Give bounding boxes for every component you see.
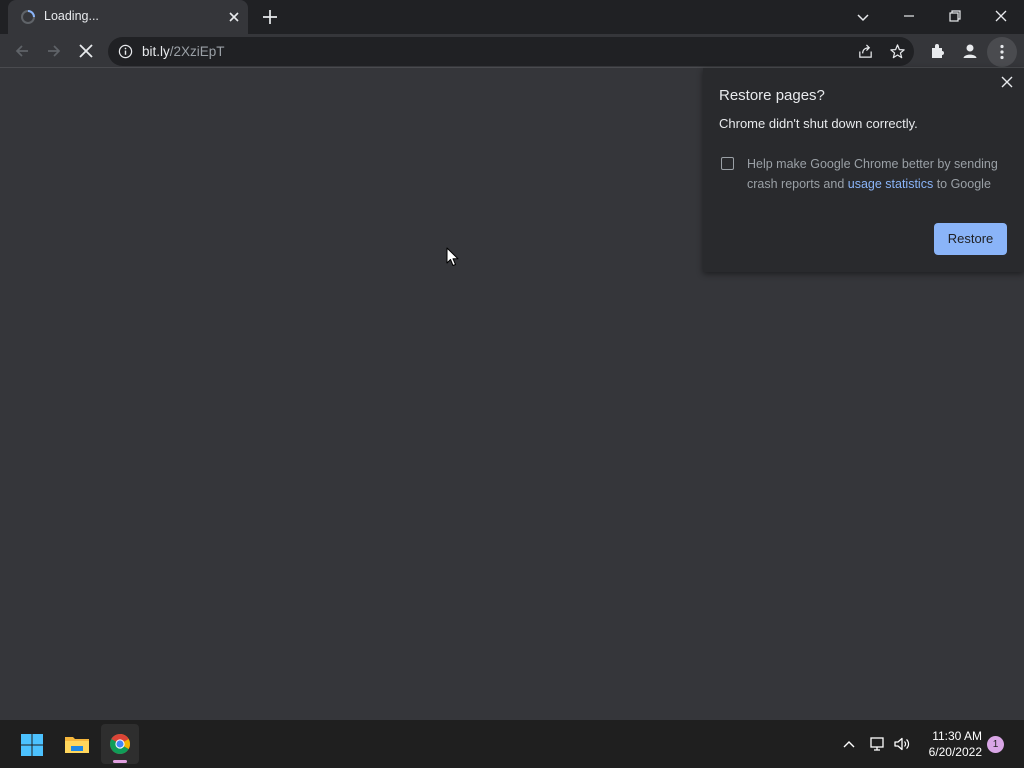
volume-icon[interactable] bbox=[893, 735, 911, 753]
share-icon[interactable] bbox=[857, 43, 874, 60]
minimize-icon[interactable] bbox=[898, 5, 920, 27]
file-explorer-icon[interactable] bbox=[64, 733, 90, 755]
bookmark-star-icon[interactable] bbox=[889, 43, 906, 60]
bubble-title: Restore pages? bbox=[719, 87, 825, 104]
browser-toolbar: bit.ly/2XziEpT bbox=[0, 34, 1024, 68]
url-path: /2XziEpT bbox=[169, 44, 225, 59]
address-bar[interactable]: bit.ly/2XziEpT bbox=[108, 37, 914, 66]
crash-reports-label: Help make Google Chrome better by sendin… bbox=[747, 154, 1009, 194]
running-app-indicator bbox=[113, 760, 127, 763]
profile-icon[interactable] bbox=[960, 41, 980, 61]
chrome-icon bbox=[110, 734, 130, 754]
tab-search-chevron-icon[interactable] bbox=[853, 7, 873, 27]
crash-reports-text-end: to Google bbox=[933, 177, 991, 191]
windows-start-icon[interactable] bbox=[20, 733, 44, 757]
restore-button[interactable]: Restore bbox=[934, 223, 1007, 255]
chevron-up-icon[interactable] bbox=[842, 737, 856, 751]
usage-statistics-link[interactable]: usage statistics bbox=[848, 177, 933, 191]
kebab-menu-icon bbox=[1000, 44, 1004, 60]
forward-arrow-icon[interactable] bbox=[44, 41, 64, 61]
tab-close-icon[interactable] bbox=[226, 9, 242, 25]
clock-time: 11:30 AM bbox=[932, 729, 982, 743]
network-icon[interactable] bbox=[868, 735, 886, 753]
crash-reports-checkbox[interactable] bbox=[721, 157, 734, 170]
clock-date: 6/20/2022 bbox=[928, 745, 982, 759]
stop-loading-icon[interactable] bbox=[76, 41, 96, 61]
mouse-cursor-icon bbox=[446, 247, 459, 266]
kebab-menu-button[interactable] bbox=[987, 37, 1017, 67]
tab-title: Loading... bbox=[44, 9, 99, 23]
bubble-message: Chrome didn't shut down correctly. bbox=[719, 116, 918, 131]
close-icon[interactable] bbox=[1000, 75, 1014, 89]
site-info-icon[interactable] bbox=[118, 44, 133, 59]
browser-tab[interactable]: Loading... bbox=[8, 0, 248, 34]
new-tab-icon[interactable] bbox=[260, 7, 280, 27]
close-window-icon[interactable] bbox=[990, 5, 1012, 27]
tab-strip: Loading... bbox=[0, 0, 1024, 34]
restore-pages-bubble: Restore pages? Chrome didn't shut down c… bbox=[703, 68, 1024, 272]
url-host: bit.ly bbox=[142, 44, 170, 59]
loading-spinner-icon bbox=[21, 10, 35, 24]
restore-window-icon[interactable] bbox=[944, 5, 966, 27]
taskbar-clock[interactable]: 11:30 AM 6/20/2022 bbox=[916, 728, 982, 760]
puzzle-extensions-icon[interactable] bbox=[928, 41, 948, 61]
url-text[interactable]: bit.ly/2XziEpT bbox=[142, 44, 225, 59]
taskbar: 11:30 AM 6/20/2022 bbox=[0, 720, 1024, 768]
chrome-taskbar-button[interactable] bbox=[101, 724, 139, 764]
notification-badge[interactable]: 1 bbox=[987, 736, 1004, 753]
back-arrow-icon[interactable] bbox=[12, 41, 32, 61]
